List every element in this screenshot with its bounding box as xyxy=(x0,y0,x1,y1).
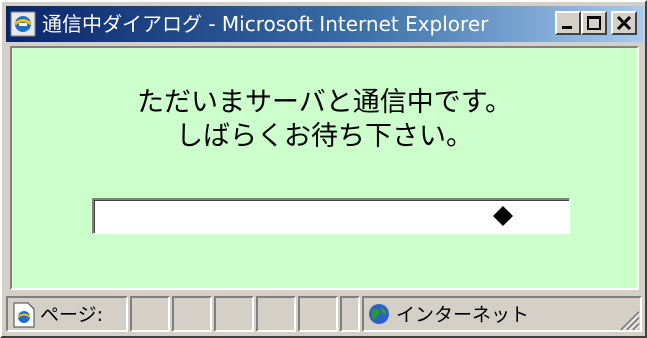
status-pane xyxy=(298,296,338,332)
window-title: 通信中ダイアログ - Microsoft Internet Explorer xyxy=(42,12,489,36)
ie-page-icon xyxy=(13,302,35,328)
internet-explorer-icon xyxy=(10,11,36,37)
security-zone-label: インターネット xyxy=(396,304,530,326)
progress-bar xyxy=(92,198,570,234)
close-icon xyxy=(616,16,632,30)
diamond-icon xyxy=(493,206,513,226)
status-pane xyxy=(214,296,254,332)
maximize-button[interactable] xyxy=(581,11,607,35)
status-pane xyxy=(130,296,170,332)
status-pane xyxy=(172,296,212,332)
resize-grip-icon[interactable] xyxy=(615,306,641,332)
dialog-window: 通信中ダイアログ - Microsoft Internet Explorer た… xyxy=(0,0,647,338)
status-bar: ページ: インターネット xyxy=(6,294,643,334)
message-line-2: しばらくお待ち下さい。 xyxy=(176,121,473,152)
minimize-button[interactable] xyxy=(555,11,581,35)
status-pane-zone: インターネット xyxy=(362,296,642,332)
status-pane xyxy=(256,296,296,332)
status-pane xyxy=(340,296,360,332)
title-bar[interactable]: 通信中ダイアログ - Microsoft Internet Explorer xyxy=(6,6,643,42)
page-status-label: ページ: xyxy=(40,304,104,326)
close-button[interactable] xyxy=(611,11,637,35)
dialog-content: ただいまサーバと通信中です。 しばらくお待ち下さい。 xyxy=(10,46,639,290)
globe-icon xyxy=(369,304,389,324)
status-pane-page: ページ: xyxy=(6,296,128,332)
message-line-1: ただいまサーバと通信中です。 xyxy=(136,87,513,118)
status-message: ただいまサーバと通信中です。 しばらくお待ち下さい。 xyxy=(12,86,637,154)
